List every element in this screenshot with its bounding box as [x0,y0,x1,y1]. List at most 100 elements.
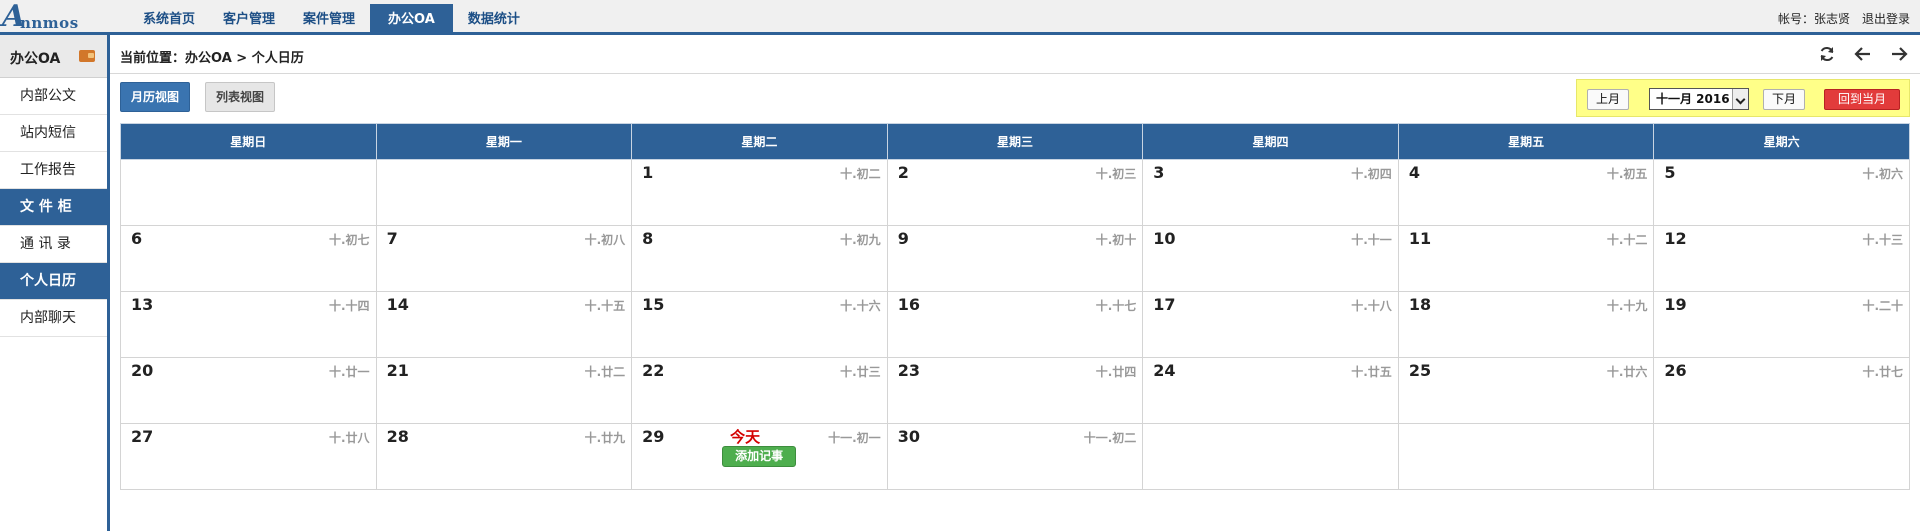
calendar-day-cell[interactable] [120,159,377,226]
lunar-date: 十.廿二 [584,365,626,379]
sidebar-item-reports[interactable]: 工作报告 [0,152,107,189]
sidebar-item-contacts[interactable]: 通 讯 录 [0,226,107,263]
sidebar-item-chat[interactable]: 内部聊天 [0,300,107,337]
lunar-date: 十.十一 [1351,233,1392,247]
calendar-day-cell[interactable]: 12 十.十三 [1653,225,1910,292]
nav-home[interactable]: 系统首页 [130,4,208,35]
logout-link[interactable]: 退出登录 [1862,10,1910,27]
day-number: 24 [1153,361,1176,380]
day-number: 16 [897,295,920,314]
calendar-day-cell[interactable]: 20 十.廿一 [120,357,377,424]
day-number: 17 [1153,295,1176,314]
calendar-day-cell[interactable]: 8 十.初九 [631,225,888,292]
calendar-day-cell[interactable]: 17 十.十八 [1142,291,1399,358]
next-month-button[interactable]: 下月 [1763,89,1806,110]
calendar-day-cell[interactable] [375,159,633,226]
month-select[interactable]: 十一月 2016 [1649,88,1749,110]
day-number: 1 [642,163,654,182]
calendar-day-cell[interactable]: 15 十.十六 [631,291,888,358]
day-number: 27 [131,427,154,446]
lunar-date: 十.初七 [329,233,370,247]
nav-statistics[interactable]: 数据统计 [455,4,533,35]
calendar-day-cell[interactable]: 5 十.初六 [1653,159,1910,226]
add-note-button[interactable]: 添加记事 [722,446,797,467]
calendar-week-row: 20 十.廿一 21 十.廿二 22 十.廿三 23 十.廿四 24 十.廿五 25 十.廿… [120,357,1910,424]
arrow-right-icon[interactable] [1890,45,1908,63]
calendar-day-cell[interactable]: 21 十.廿二 [375,357,633,424]
top-bar: A nnmos 系统首页 客户管理 案件管理 办公OA 数据统计 帐号：张志贤 … [0,0,1920,35]
calendar-day-cell[interactable]: 24 十.廿五 [1142,357,1399,424]
nav-office-oa[interactable]: 办公OA [370,4,453,35]
day-number: 30 [897,427,920,446]
day-number: 10 [1153,229,1176,248]
calendar-day-cell[interactable]: 7 十.初八 [375,225,633,292]
day-number: 6 [131,229,143,248]
day-number: 15 [642,295,665,314]
month-view-button[interactable]: 月历视图 [120,82,191,112]
prev-month-button[interactable]: 上月 [1587,89,1630,110]
lunar-date: 十.廿八 [329,431,370,445]
day-number: 19 [1664,295,1687,314]
sidebar-title: 办公OA [10,51,61,67]
calendar-day-cell[interactable]: 28 十.廿九 [375,423,633,490]
sidebar-item-messages[interactable]: 站内短信 [0,115,107,152]
lunar-date: 十.十八 [1351,299,1392,313]
nav-customers[interactable]: 客户管理 [210,4,288,35]
calendar-day-cell[interactable]: 16 十.十七 [886,291,1144,358]
calendar-day-cell-today[interactable]: 29 今天 十一.初一 添加记事 [631,423,888,490]
sidebar-item-calendar[interactable]: 个人日历 [0,263,107,300]
calendar-day-cell[interactable]: 13 十.十四 [120,291,377,358]
calendar-day-cell[interactable]: 9 十.初十 [886,225,1144,292]
calendar-day-cell[interactable]: 3 十.初四 [1142,159,1399,226]
lunar-date: 十.十五 [584,299,626,313]
calendar-day-cell[interactable]: 19 十.二十 [1653,291,1910,358]
account-area: 帐号：张志贤 退出登录 [1778,10,1910,27]
lunar-date: 十.初五 [1606,167,1648,181]
lunar-date: 十.二十 [1862,299,1903,313]
nav-cases[interactable]: 案件管理 [290,4,368,35]
day-number: 11 [1408,229,1432,248]
calendar-day-cell[interactable]: 2 十.初三 [886,159,1144,226]
lunar-date: 十.廿七 [1862,365,1903,379]
current-month-button[interactable]: 回到当月 [1824,89,1900,110]
calendar-day-cell[interactable] [1397,423,1655,490]
day-number: 9 [897,229,909,248]
weekday-header-row: 星期日 星期一 星期二 星期三 星期四 星期五 星期六 [120,123,1910,160]
calendar-day-cell[interactable]: 14 十.十五 [375,291,633,358]
arrow-left-icon[interactable] [1854,45,1872,63]
lunar-date: 十.十六 [840,299,881,313]
day-number: 29 [642,427,665,446]
lunar-date: 十.初二 [840,167,881,181]
calendar-day-cell[interactable]: 23 十.廿四 [886,357,1144,424]
lunar-date: 十.廿一 [329,365,370,379]
calendar-day-cell[interactable] [1653,423,1910,490]
weekday-header: 星期二 [631,123,888,160]
wallet-icon [79,50,95,62]
day-number: 4 [1408,163,1420,182]
calendar-day-cell[interactable]: 18 十.十九 [1397,291,1655,358]
calendar-day-cell[interactable]: 11 十.十二 [1397,225,1655,292]
sidebar-item-documents[interactable]: 内部公文 [0,78,107,115]
calendar-day-cell[interactable]: 30 十一.初二 [886,423,1144,490]
day-number: 13 [131,295,154,314]
calendar-day-cell[interactable]: 6 十.初七 [120,225,377,292]
calendar-day-cell[interactable] [1142,423,1399,490]
day-number: 26 [1664,361,1687,380]
weekday-header: 星期四 [1142,123,1399,160]
calendar-day-cell[interactable]: 4 十.初五 [1397,159,1655,226]
calendar-day-cell[interactable]: 1 十.初二 [631,159,888,226]
month-controls: 上月 十一月 2016 下月 回到当月 [1576,79,1910,117]
calendar-week-row: 13 十.十四 14 十.十五 15 十.十六 16 十.十七 17 十.十八 18 十.十… [120,291,1910,358]
calendar-day-cell[interactable]: 22 十.廿三 [631,357,888,424]
day-number: 8 [642,229,654,248]
weekday-header: 星期一 [375,123,633,160]
calendar-day-cell[interactable]: 10 十.十一 [1142,225,1399,292]
sidebar-item-file-cabinet[interactable]: 文 件 柜 [0,189,107,226]
list-view-button[interactable]: 列表视图 [205,82,276,112]
logo[interactable]: A nnmos [0,1,120,33]
calendar-day-cell[interactable]: 25 十.廿六 [1397,357,1655,424]
calendar-day-cell[interactable]: 26 十.廿七 [1653,357,1910,424]
lunar-date: 十一.初二 [1083,431,1137,445]
refresh-icon[interactable] [1818,45,1836,63]
calendar-day-cell[interactable]: 27 十.廿八 [120,423,377,490]
